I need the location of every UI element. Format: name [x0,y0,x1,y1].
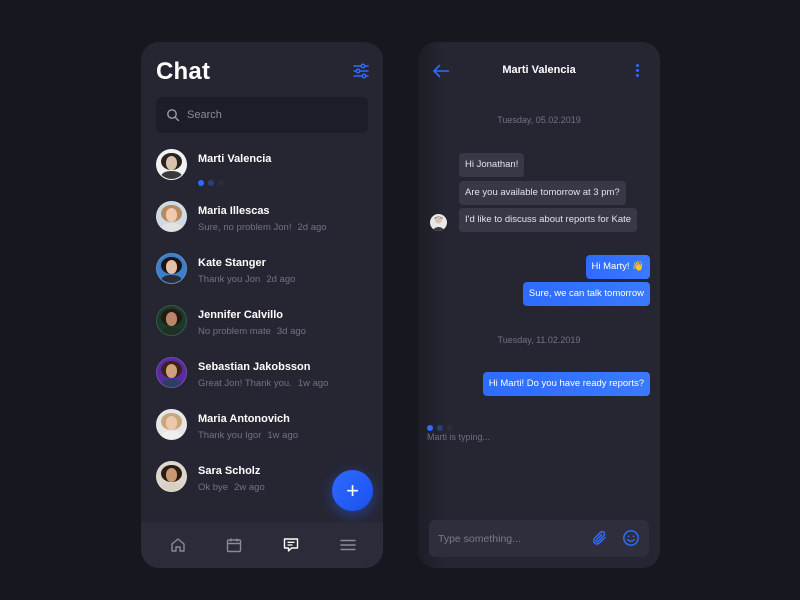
last-message: Great Jon! Thank you. [198,378,292,389]
contact-item[interactable]: Maria Antonovich Thank you Igor 1w ago [141,409,383,457]
message-outgoing: Hi Marti! Do you have ready reports? [482,372,650,396]
calendar-icon [226,538,242,553]
sliders-icon [353,63,369,79]
timestamp: 1w ago [267,430,299,441]
message-incoming: Hi Jonathan! [459,153,525,177]
filter-button[interactable] [353,63,369,79]
chat-icon [283,538,299,552]
contact-preview: Thank you Jon 2d ago [198,274,295,285]
menu-icon [340,539,356,551]
date-separator: Tuesday, 05.02.2019 [497,115,581,125]
conversation-title: Marti Valencia [502,64,576,76]
conversation-screen: Marti Valencia Tuesday, 05.02.2019 Hi Jo… [418,42,660,568]
timestamp: 2w ago [234,482,265,493]
contact-item[interactable]: Jennifer Calvillo No problem mate 3d ago [141,305,383,353]
avatar [156,149,187,180]
attach-button[interactable] [591,529,609,547]
message-incoming: I'd like to discuss about reports for Ka… [459,208,638,232]
contact-item[interactable]: Sebastian Jakobsson Great Jon! Thank you.… [141,357,383,405]
contact-name: Maria Illescas [198,205,270,217]
contact-item[interactable]: Maria Illescas Sure, no problem Jon! 2d ag… [141,201,383,249]
contacts-header: Chat [156,58,369,90]
last-message: No problem mate [198,326,271,337]
timestamp: 3d ago [276,326,306,337]
message-input[interactable] [438,520,578,557]
sender-avatar [430,214,447,231]
message-composer [429,520,649,557]
contact-preview: Sure, no problem Jon! 2d ago [198,222,327,233]
contact-name: Maria Antonovich [198,413,290,425]
search-input[interactable] [187,97,357,133]
avatar [156,357,187,388]
contact-preview: Great Jon! Thank you. 1w ago [198,378,328,389]
typing-status: Marti is typing... [427,432,491,442]
home-icon [171,538,185,552]
contact-name: Kate Stanger [198,257,266,269]
search-icon [167,109,180,122]
nav-menu[interactable] [339,536,357,554]
emoji-button[interactable] [622,529,640,547]
timestamp: 2d ago [297,222,327,233]
more-vertical-icon [636,64,640,77]
bottom-nav [141,522,383,568]
contact-item[interactable]: Kate Stanger Thank you Jon 2d ago [141,253,383,301]
nav-home[interactable] [169,536,187,554]
contact-name: Sebastian Jakobsson [198,361,311,373]
message-outgoing: Hi Marty! 👋 [585,255,650,279]
timestamp: 2d ago [266,274,296,285]
message-incoming: Are you available tomorrow at 3 pm? [459,181,626,205]
search-bar[interactable] [156,97,368,133]
avatar [156,253,187,284]
contact-preview: No problem mate 3d ago [198,326,306,337]
paperclip-icon [592,530,606,545]
contact-name: Jennifer Calvillo [198,309,283,321]
contact-name: Marti Valencia [198,153,272,165]
nav-calendar[interactable] [225,536,243,554]
contacts-screen: Chat Marti Valencia Maria Illescas Sure, n… [141,42,383,568]
contact-preview: Thank you Igor 1w ago [198,430,298,441]
more-options-button[interactable] [636,64,640,78]
avatar [156,305,187,336]
last-message: Thank you Jon [198,274,261,285]
last-message: Sure, no problem Jon! [198,222,292,233]
contact-preview: Ok bye 2w ago [198,482,265,493]
nav-chat[interactable] [282,536,300,554]
last-message: Ok bye [198,482,229,493]
new-chat-button[interactable]: + [332,470,373,511]
smiley-icon [623,530,639,546]
message-outgoing: Sure, we can talk tomorrow [522,282,650,306]
avatar [156,409,187,440]
date-separator: Tuesday, 11.02.2019 [497,335,581,345]
contact-name: Sara Scholz [198,465,261,477]
timestamp: 1w ago [297,378,329,389]
avatar [156,201,187,232]
page-title: Chat [156,58,211,85]
contact-item[interactable]: Marti Valencia [141,149,383,197]
avatar [156,461,187,492]
last-message: Thank you Igor [198,430,262,441]
typing-indicator [198,173,228,186]
